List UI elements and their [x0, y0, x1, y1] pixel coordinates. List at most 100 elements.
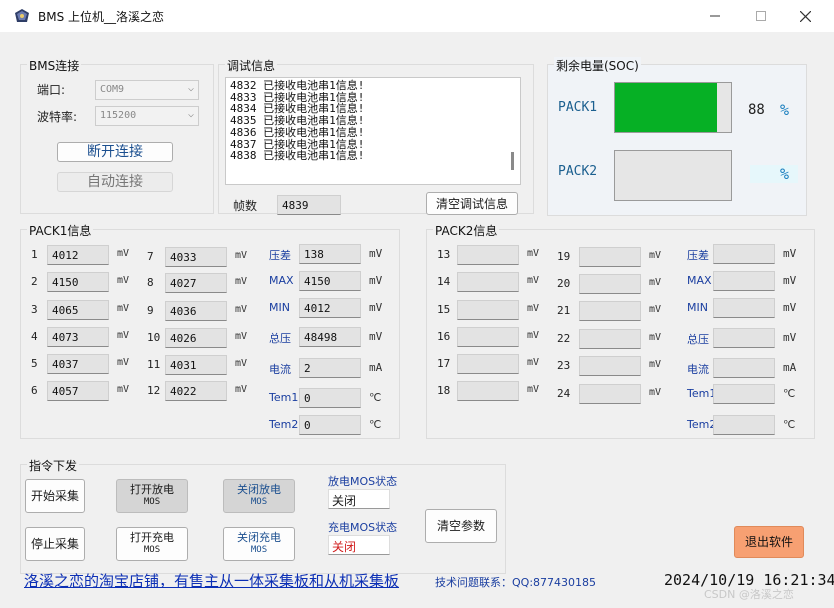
stat-label: 电流	[269, 363, 291, 376]
stat-value-field	[713, 415, 775, 435]
cell-number: 9	[147, 304, 154, 317]
cell-voltage-field	[457, 245, 519, 265]
cell-unit: mV	[649, 332, 662, 343]
frames-label: 帧数	[233, 199, 258, 213]
exit-button[interactable]: 退出软件	[734, 526, 804, 558]
cell-unit: mV	[117, 384, 130, 395]
debug-title: 调试信息	[225, 57, 278, 74]
command-title: 指令下发	[27, 457, 80, 474]
cell-voltage-field	[579, 384, 641, 404]
cell-voltage-field: 4022	[165, 381, 227, 401]
open-discharge-sub: MOS	[143, 497, 161, 507]
open-charge-mos-button[interactable]: 打开充电 MOS	[116, 527, 188, 561]
close-charge-sub: MOS	[250, 545, 268, 555]
main-client: BMS连接 端口: COM9 ⌵ 波特率: 115200 ⌵ 断开连接 自动连接…	[8, 40, 834, 608]
pack1-soc-label: PACK1	[558, 100, 598, 115]
cell-number: 7	[147, 250, 154, 263]
clear-params-button[interactable]: 清空参数	[425, 509, 497, 543]
minimize-button[interactable]	[692, 0, 738, 32]
stat-label: MIN	[687, 301, 708, 314]
clear-debug-button[interactable]: 清空调试信息	[426, 192, 518, 215]
cell-number: 21	[557, 304, 571, 317]
stat-unit: mV	[369, 274, 383, 287]
cell-number: 5	[31, 357, 38, 370]
cell-number: 19	[557, 250, 571, 263]
pack1-group: PACK1信息 1 4012 mV 2 4150 mV 3 4065 mV 4 4073 mV 5 403…	[20, 222, 400, 439]
debug-log-line: 4836 已接收电池串1信息!	[230, 125, 365, 139]
cell-unit: mV	[235, 384, 248, 395]
pack2-group: PACK2信息 13 mV 14 mV 15 mV 16 mV 17 mV 18 mV 19 mV 20 mV…	[426, 222, 815, 439]
cell-number: 1	[31, 248, 38, 261]
cell-unit: mV	[527, 384, 540, 395]
cell-number: 22	[557, 332, 571, 345]
disconnect-button[interactable]: 断开连接	[57, 142, 173, 162]
cell-voltage-field	[579, 329, 641, 349]
shop-link[interactable]: 洛溪之恋的淘宝店铺，有售主从一体采集板和从机采集板	[24, 570, 399, 591]
close-discharge-label: 关闭放电	[237, 483, 281, 496]
cell-unit: mV	[527, 357, 540, 368]
stat-unit: ℃	[783, 418, 796, 431]
stat-unit: ℃	[783, 387, 796, 400]
cell-number: 13	[437, 248, 451, 261]
debug-lines: 4832 已接收电池串1信息! 4833 已接收电池串1信息! 4834 已接收电池…	[226, 78, 520, 162]
cell-unit: mV	[649, 250, 662, 261]
debug-scrollbar-thumb[interactable]	[511, 152, 514, 170]
cell-number: 2	[31, 275, 38, 288]
cell-unit: mV	[527, 275, 540, 286]
stat-unit: mV	[783, 247, 797, 260]
close-button[interactable]	[782, 0, 828, 32]
cell-number: 3	[31, 303, 38, 316]
stat-label: 电流	[687, 363, 709, 376]
cell-number: 14	[437, 275, 451, 288]
cell-unit: mV	[527, 330, 540, 341]
command-group: 指令下发 开始采集 停止采集 打开放电 MOS 打开充电 MOS 关闭放电 MO…	[20, 457, 506, 574]
port-select[interactable]: COM9 ⌵	[95, 80, 199, 100]
open-discharge-mos-button[interactable]: 打开放电 MOS	[116, 479, 188, 513]
stat-label: MIN	[269, 301, 290, 314]
stat-value-field: 0	[299, 415, 361, 435]
pack1-title: PACK1信息	[27, 222, 94, 239]
chevron-down-icon: ⌵	[187, 109, 194, 120]
stat-unit: ℃	[369, 418, 382, 431]
pack2-soc-value-bg	[750, 165, 798, 183]
cell-voltage-field	[457, 381, 519, 401]
chevron-down-icon: ⌵	[187, 83, 194, 94]
stat-value-field	[713, 384, 775, 404]
soc-title: 剩余电量(SOC)	[554, 57, 641, 74]
charge-status-value: 关闭	[328, 535, 390, 555]
cell-voltage-field: 4036	[165, 301, 227, 321]
cell-number: 16	[437, 330, 451, 343]
stat-unit: mV	[369, 301, 383, 314]
cell-voltage-field	[579, 301, 641, 321]
baud-label: 波特率:	[37, 110, 78, 124]
close-charge-mos-button[interactable]: 关闭充电 MOS	[223, 527, 295, 561]
debug-log-line: 4838 已接收电池串1信息!	[230, 149, 365, 163]
stat-value-field: 2	[299, 358, 361, 378]
port-value: COM9	[100, 84, 125, 95]
cell-number: 18	[437, 384, 451, 397]
open-discharge-label: 打开放电	[130, 483, 174, 496]
discharge-status-label: 放电MOS状态	[328, 475, 398, 488]
pack1-soc-fill	[615, 83, 718, 132]
cell-unit: mV	[527, 303, 540, 314]
cell-voltage-field	[579, 274, 641, 294]
cell-unit: mV	[117, 357, 130, 368]
baud-select[interactable]: 115200 ⌵	[95, 106, 199, 126]
cell-voltage-field	[579, 247, 641, 267]
stat-unit: mV	[369, 330, 383, 343]
stat-label: 总压	[687, 333, 709, 346]
cell-number: 11	[147, 358, 161, 371]
cell-number: 6	[31, 384, 38, 397]
start-collect-button[interactable]: 开始采集	[25, 479, 85, 513]
cell-unit: mV	[117, 275, 130, 286]
stat-unit: mV	[369, 247, 383, 260]
stat-label: Tem2	[269, 418, 299, 431]
window-title: BMS 上位机__洛溪之恋	[38, 10, 165, 24]
stat-value-field: 138	[299, 244, 361, 264]
debug-log[interactable]: 4832 已接收电池串1信息! 4833 已接收电池串1信息! 4834 已接收电池…	[225, 77, 521, 185]
stop-collect-button[interactable]: 停止采集	[25, 527, 85, 561]
close-discharge-mos-button[interactable]: 关闭放电 MOS	[223, 479, 295, 513]
open-charge-label: 打开充电	[130, 531, 174, 544]
auto-connect-button[interactable]: 自动连接	[57, 172, 173, 192]
frames-field: 4839	[277, 195, 341, 215]
